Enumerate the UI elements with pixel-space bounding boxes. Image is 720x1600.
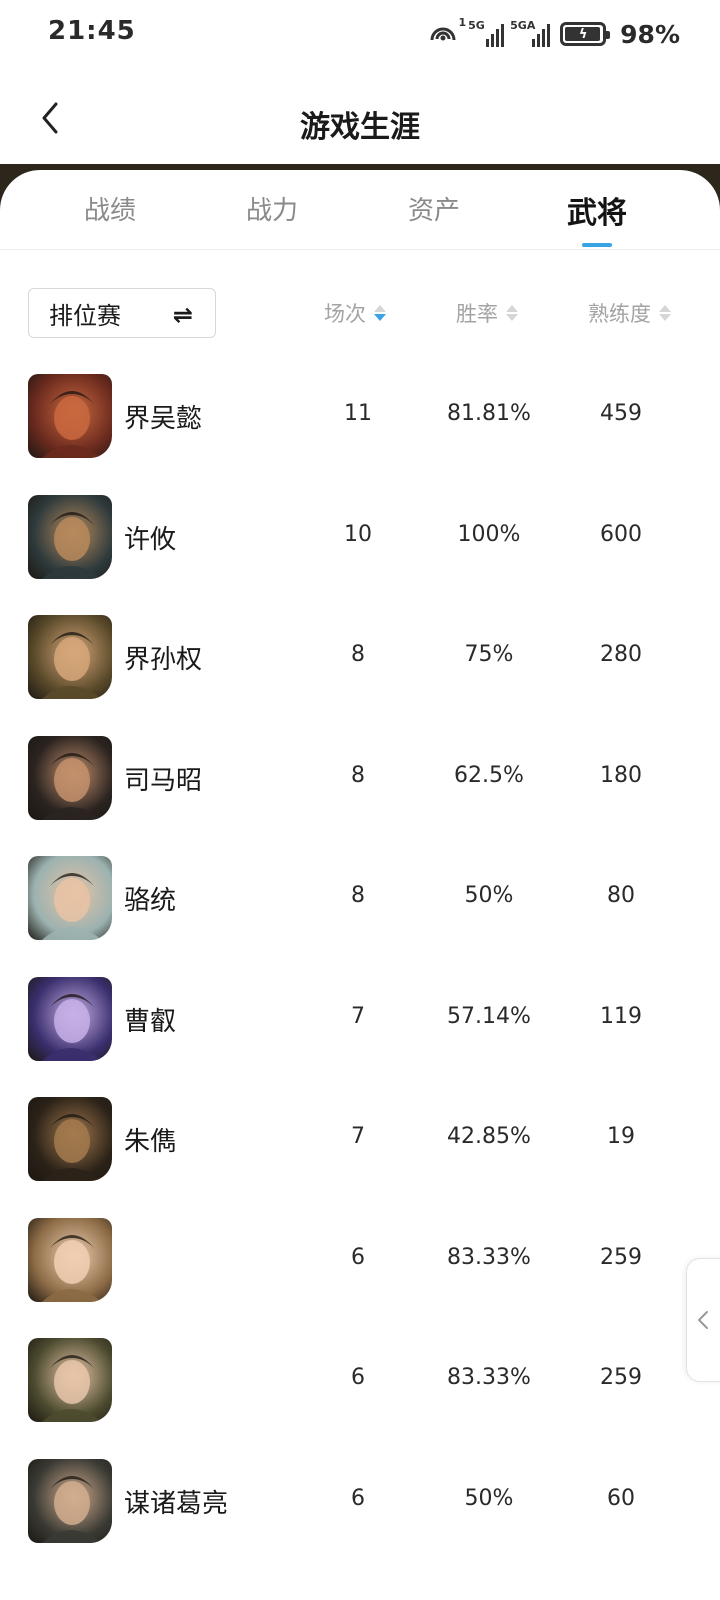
- hero-games: 11: [344, 401, 372, 426]
- hotspot-badge: 1: [458, 16, 467, 29]
- hero-name: 界吴懿: [124, 404, 203, 434]
- hero-proficiency: 19: [607, 1124, 635, 1149]
- sort-icon: [659, 305, 671, 321]
- hero-row[interactable]: 许攸 10 100% 600: [0, 494, 720, 615]
- hero-win-rate: 57.14%: [447, 1003, 531, 1029]
- hero-win-rate: 75%: [464, 642, 514, 667]
- hero-games: 10: [344, 521, 372, 547]
- mode-filter-button[interactable]: 排位赛 ⇌: [28, 288, 216, 338]
- hero-proficiency: 180: [600, 762, 642, 788]
- hero-win-rate: 81.81%: [447, 401, 531, 426]
- hero-avatar: [28, 1458, 112, 1543]
- status-time: 21:45: [48, 16, 136, 46]
- battery-icon: ϟ: [560, 22, 611, 46]
- hero-name: 界孙权: [124, 645, 203, 675]
- hero-row[interactable]: 6 83.33% 259: [0, 1338, 720, 1458]
- signal-sim2-icon: 5GA: [510, 19, 551, 47]
- chevron-left-icon: [698, 1311, 708, 1329]
- column-games-label: 场次: [324, 302, 366, 326]
- hero-name: 许攸: [124, 524, 177, 555]
- hero-proficiency: 600: [600, 521, 642, 547]
- hero-win-rate: 42.85%: [447, 1124, 531, 1149]
- hero-name: 朱儁: [124, 1127, 177, 1157]
- column-winrate-label: 胜率: [456, 302, 498, 326]
- hero-win-rate: 83.33%: [447, 1365, 531, 1390]
- hero-proficiency: 259: [600, 1365, 642, 1390]
- status-bar: 21:45 1 5G 5GA ϟ 98%: [0, 0, 720, 70]
- column-winrate-sort[interactable]: 胜率: [456, 298, 518, 328]
- mode-filter-label: 排位赛: [49, 301, 121, 330]
- tab-bar: 战绩 战力 资产 武将: [0, 170, 720, 250]
- hero-proficiency: 259: [600, 1244, 642, 1270]
- app-header: 游戏生涯: [0, 70, 720, 165]
- hero-row[interactable]: 界吴懿 11 81.81% 459: [0, 374, 720, 494]
- side-drawer-handle[interactable]: [686, 1258, 720, 1382]
- hero-avatar: [28, 1338, 112, 1422]
- hero-win-rate: 62.5%: [454, 762, 524, 788]
- hero-avatar: [28, 1217, 112, 1302]
- hero-proficiency: 60: [607, 1485, 635, 1511]
- hero-avatar: [28, 1097, 112, 1181]
- hero-games: 7: [351, 1124, 365, 1149]
- hero-proficiency: 119: [600, 1003, 642, 1029]
- status-icons: 1 5G 5GA ϟ 98%: [428, 16, 680, 50]
- hero-avatar: [28, 856, 112, 940]
- tab-active-indicator: [582, 243, 612, 247]
- main-panel: 战绩 战力 资产 武将 排位赛 ⇌ 场次 胜率 熟练度 界吴懿 11 81.81% 4…: [0, 170, 720, 1600]
- hero-games: 6: [351, 1365, 365, 1390]
- hero-name: 骆统: [124, 886, 177, 916]
- hero-games: 6: [351, 1485, 365, 1511]
- hero-name: 司马昭: [124, 765, 203, 796]
- hero-row[interactable]: 谋诸葛亮 6 50% 60: [0, 1458, 720, 1579]
- hero-avatar: [28, 374, 112, 458]
- hero-row[interactable]: 朱儁 7 42.85% 19: [0, 1097, 720, 1217]
- hero-games: 8: [351, 883, 365, 908]
- hero-row[interactable]: 6 83.33% 259: [0, 1217, 720, 1338]
- hero-avatar: [28, 615, 112, 699]
- hotspot-icon: 1: [428, 16, 466, 48]
- hero-games: 6: [351, 1244, 365, 1270]
- column-proficiency-label: 熟练度: [588, 302, 651, 326]
- hero-name: 曹叡: [124, 1006, 177, 1037]
- column-proficiency-sort[interactable]: 熟练度: [588, 298, 671, 328]
- hero-row[interactable]: 界孙权 8 75% 280: [0, 615, 720, 735]
- hero-games: 7: [351, 1003, 365, 1029]
- hero-avatar: [28, 976, 112, 1061]
- hero-games: 8: [351, 762, 365, 788]
- hero-proficiency: 280: [600, 642, 642, 667]
- hero-proficiency: 80: [607, 883, 635, 908]
- hero-proficiency: 459: [600, 401, 642, 426]
- column-games-sort[interactable]: 场次: [324, 298, 386, 328]
- hero-win-rate: 100%: [457, 521, 521, 547]
- hero-row[interactable]: 骆统 8 50% 80: [0, 856, 720, 976]
- sort-icon: [374, 305, 386, 321]
- hero-win-rate: 50%: [464, 1485, 514, 1511]
- page-title: 游戏生涯: [300, 110, 420, 145]
- sort-icon: [506, 305, 518, 321]
- tab-assets[interactable]: 资产: [364, 190, 504, 227]
- tab-power[interactable]: 战力: [202, 190, 342, 227]
- battery-level: 98%: [620, 19, 680, 49]
- hero-win-rate: 83.33%: [447, 1244, 531, 1270]
- swap-icon: ⇌: [172, 301, 193, 329]
- hero-name: 谋诸葛亮: [124, 1488, 229, 1519]
- hero-avatar: [28, 735, 112, 820]
- hero-row[interactable]: 曹叡 7 57.14% 119: [0, 976, 720, 1097]
- hero-avatar: [28, 494, 112, 579]
- hero-row[interactable]: 司马昭 8 62.5% 180: [0, 735, 720, 856]
- signal-sim1-icon: 5G: [468, 19, 505, 47]
- tab-record[interactable]: 战绩: [40, 190, 180, 227]
- hero-win-rate: 50%: [464, 883, 514, 908]
- tab-heroes[interactable]: 武将: [527, 188, 667, 232]
- hero-games: 8: [351, 642, 365, 667]
